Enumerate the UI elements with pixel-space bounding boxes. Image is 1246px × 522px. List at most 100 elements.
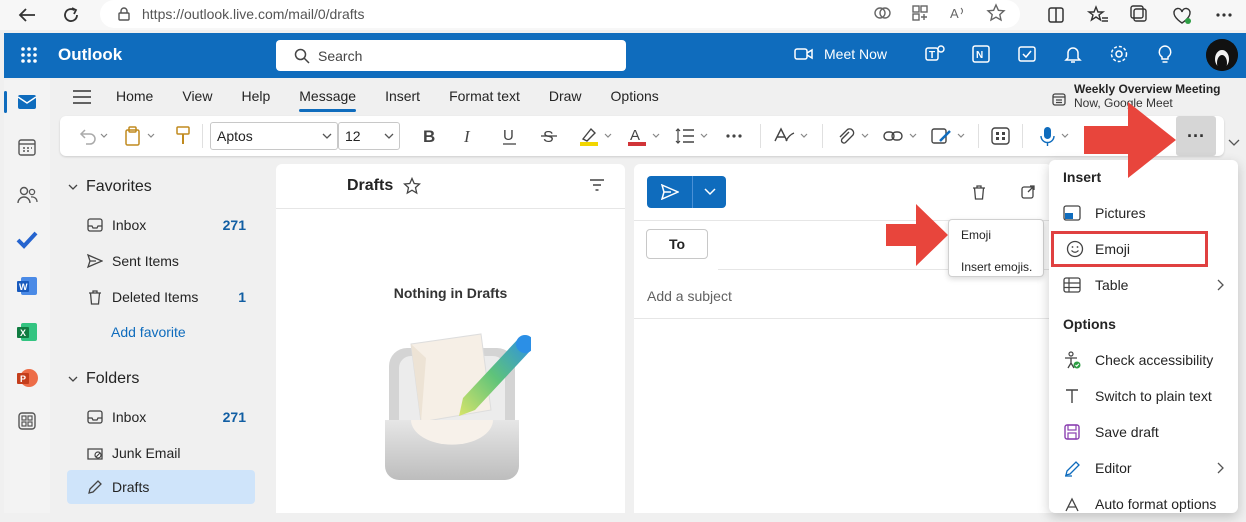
tab-insert[interactable]: Insert (385, 82, 420, 112)
favorite-star-icon[interactable] (403, 177, 422, 195)
add-favorite-link[interactable]: Add favorite (111, 324, 186, 340)
menu-item-plain-text[interactable]: Switch to plain text (1049, 378, 1238, 414)
split-screen-icon[interactable] (1042, 1, 1070, 29)
favorite-star-icon[interactable] (986, 3, 1006, 23)
format-painter-icon[interactable] (173, 125, 193, 147)
excel-icon[interactable]: X (16, 321, 38, 343)
more-formatting-icon[interactable] (724, 125, 744, 147)
link-button[interactable] (882, 125, 922, 147)
folder-item-deleted[interactable]: Deleted Items 1 (84, 280, 268, 314)
menu-item-emoji[interactable]: Emoji (1051, 231, 1208, 267)
ribbon-collapse-chevron-icon[interactable] (1228, 138, 1240, 148)
junk-icon (84, 445, 106, 461)
folder-item-drafts[interactable]: Drafts (67, 470, 255, 504)
underline-button[interactable]: U (500, 125, 520, 147)
paste-button[interactable] (122, 125, 160, 147)
search-placeholder: Search (318, 47, 363, 64)
inbox-icon (84, 409, 106, 425)
powerpoint-icon[interactable]: P (16, 367, 38, 389)
lock-icon (118, 7, 130, 21)
font-family-select[interactable]: Aptos (210, 122, 338, 150)
search-icon (294, 48, 310, 64)
tab-options[interactable]: Options (611, 82, 659, 112)
bold-button[interactable]: B (420, 125, 440, 147)
trash-icon[interactable] (971, 184, 987, 200)
search-input[interactable]: Search (276, 40, 626, 71)
line-spacing-button[interactable] (674, 125, 712, 147)
pictures-icon (1049, 205, 1095, 221)
folder-item-inbox[interactable]: Inbox 271 (84, 400, 268, 434)
font-color-button[interactable]: A (626, 125, 664, 147)
chevron-down-icon[interactable] (693, 176, 726, 208)
menu-item-check-accessibility[interactable]: Check accessibility (1049, 342, 1238, 378)
svg-text:W: W (19, 282, 28, 292)
tab-draw[interactable]: Draw (549, 82, 582, 112)
calendar-icon[interactable] (16, 136, 38, 158)
unread-count: 1 (238, 289, 246, 305)
refresh-icon[interactable] (56, 1, 86, 29)
more-options-button[interactable]: ··· (1176, 116, 1216, 156)
svg-text:U: U (503, 127, 514, 144)
folder-item-sent[interactable]: Sent Items (84, 244, 268, 278)
chevron-right-icon (1216, 279, 1224, 291)
settings-more-icon[interactable] (1210, 1, 1238, 29)
folder-item-inbox[interactable]: Inbox 271 (84, 208, 268, 242)
tab-message[interactable]: Message (299, 82, 356, 112)
my-day-icon[interactable] (1016, 43, 1038, 65)
pop-out-icon[interactable] (1020, 184, 1036, 200)
strikethrough-button[interactable]: S (540, 125, 560, 147)
menu-item-table[interactable]: Table (1049, 267, 1238, 303)
settings-gear-icon[interactable] (1108, 43, 1130, 65)
notifications-bell-icon[interactable] (1062, 43, 1084, 65)
favorites-section[interactable]: Favorites (68, 178, 152, 196)
dictate-microphone-icon[interactable] (1038, 125, 1074, 147)
styles-button[interactable] (772, 125, 812, 147)
send-button[interactable] (647, 176, 726, 208)
browser-essentials-icon[interactable] (1168, 1, 1196, 29)
italic-button[interactable]: I (460, 125, 480, 147)
favorites-icon[interactable] (1084, 1, 1112, 29)
extension-icon[interactable] (872, 3, 892, 23)
send-icon[interactable] (647, 176, 693, 208)
read-aloud-icon[interactable]: A (948, 3, 968, 23)
mail-icon[interactable] (16, 91, 38, 113)
word-icon[interactable]: W (16, 275, 38, 297)
meet-now-button[interactable]: Meet Now (794, 46, 887, 62)
todo-icon[interactable] (16, 229, 38, 251)
filter-icon[interactable] (589, 178, 605, 192)
tab-help[interactable]: Help (241, 82, 270, 112)
address-bar[interactable]: https://outlook.live.com/mail/0/drafts A (100, 0, 1020, 28)
menu-item-auto-format[interactable]: Auto format options (1049, 486, 1238, 522)
collections-icon[interactable] (1126, 1, 1154, 29)
undo-button[interactable] (76, 125, 110, 147)
apps-button[interactable] (990, 125, 1012, 147)
message-list-header: Drafts (276, 164, 625, 209)
meet-now-label: Meet Now (824, 46, 888, 62)
avatar[interactable] (1206, 39, 1238, 71)
empty-drafts-illustration-icon (381, 320, 531, 480)
app-brand[interactable]: Outlook (58, 45, 122, 65)
teams-icon[interactable]: T (924, 43, 946, 65)
back-icon[interactable] (12, 1, 42, 29)
folders-section[interactable]: Folders (68, 370, 139, 388)
menu-item-save-draft[interactable]: Save draft (1049, 414, 1238, 450)
tab-format-text[interactable]: Format text (449, 82, 520, 112)
subject-input[interactable]: Add a subject (647, 288, 732, 304)
office-icon[interactable]: N (970, 43, 992, 65)
folder-item-junk[interactable]: Junk Email (84, 436, 268, 470)
app-launcher-icon[interactable] (20, 46, 38, 64)
tab-home[interactable]: Home (116, 82, 153, 112)
more-apps-icon[interactable] (16, 410, 38, 432)
people-icon[interactable] (16, 184, 38, 206)
signature-button[interactable] (930, 125, 970, 147)
menu-item-editor[interactable]: Editor (1049, 450, 1238, 486)
apps-icon[interactable] (910, 3, 930, 23)
attach-file-button[interactable] (834, 125, 874, 147)
to-button[interactable]: To (646, 229, 708, 259)
tab-view[interactable]: View (182, 82, 212, 112)
menu-item-pictures[interactable]: Pictures (1049, 195, 1238, 231)
hamburger-menu-icon[interactable] (72, 90, 92, 104)
tips-lightbulb-icon[interactable] (1154, 43, 1176, 65)
highlight-button[interactable] (578, 125, 616, 147)
font-size-select[interactable]: 12 (338, 122, 400, 150)
